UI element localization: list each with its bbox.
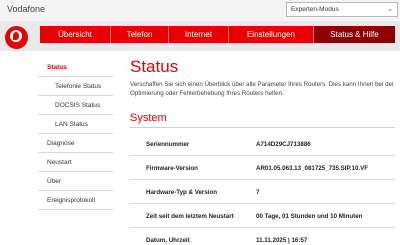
vodafone-logo-icon[interactable] [5, 26, 28, 49]
sidebar-item-docsis-status[interactable]: DOCSIS Status [38, 96, 113, 115]
mode-select-value: Experten-Modus [291, 6, 339, 13]
row-label: Firmware-Version [146, 165, 198, 172]
sidebar-item-telefonie-status[interactable]: Telefonie Status [38, 77, 113, 96]
row-value: 00 Tage, 01 Stunden und 10 Minuten [256, 213, 363, 220]
sidebar-item-ereignisprotokoll[interactable]: Ereignisprotokoll [38, 191, 113, 210]
table-row: Firmware-Version AR01.05.063.13_081725_7… [130, 156, 395, 180]
table-row: Seriennummer A714D29CJ713886 [130, 132, 395, 156]
sidebar-item-ueber[interactable]: Über [38, 172, 113, 191]
row-value: A714D29CJ713886 [256, 141, 311, 148]
row-value: AR01.05.063.13_081725_735.SIP.10.VF [256, 165, 369, 172]
row-label: Seriennummer [146, 141, 190, 148]
chevron-down-icon: ⌄ [387, 6, 393, 13]
sidebar: Status Telefonie Status DOCSIS Status LA… [38, 58, 113, 210]
brand-name: Vodafone [7, 4, 46, 14]
section-title: System [130, 112, 167, 124]
row-label: Hardware-Typ & Version [146, 189, 218, 196]
nav-tab-telefon[interactable]: Telefon [111, 26, 169, 43]
nav-tab-status-hilfe[interactable]: Status & Hilfe [314, 26, 395, 43]
sidebar-item-neustart[interactable]: Neustart [38, 153, 113, 172]
sidebar-item-status[interactable]: Status [38, 58, 113, 77]
row-value: 7 [256, 189, 260, 196]
table-row: Hardware-Typ & Version 7 [130, 180, 395, 204]
page-title: Status [130, 57, 179, 76]
table-row: Zeit seit dem letztem Neustart 00 Tage, … [130, 204, 395, 228]
mode-select[interactable]: Experten-Modus ⌄ [286, 2, 398, 17]
nav-tab-uebersicht[interactable]: Übersicht [40, 26, 111, 43]
nav-tab-internet[interactable]: Internet [169, 26, 229, 43]
row-label: Zeit seit dem letztem Neustart [146, 213, 234, 220]
row-label: Datum, Uhrzeit [146, 237, 190, 244]
sidebar-item-diagnose[interactable]: Diagnose [38, 134, 113, 153]
intro-text: Verschaffen Sie sich einen Überblick übe… [130, 81, 395, 97]
top-bar: Vodafone Experten-Modus ⌄ [0, 0, 400, 21]
table-row: Datum, Uhrzeit 11.11.2025 | 16:57 [130, 228, 395, 245]
system-info-table: Seriennummer A714D29CJ713886 Firmware-Ve… [130, 132, 395, 245]
nav-tab-einstellungen[interactable]: Einstellungen [229, 26, 314, 43]
section-divider [130, 127, 395, 128]
main-nav: Übersicht Telefon Internet Einstellungen… [40, 26, 395, 43]
sidebar-item-lan-status[interactable]: LAN Status [38, 115, 113, 134]
row-value: 11.11.2025 | 16:57 [256, 237, 308, 244]
